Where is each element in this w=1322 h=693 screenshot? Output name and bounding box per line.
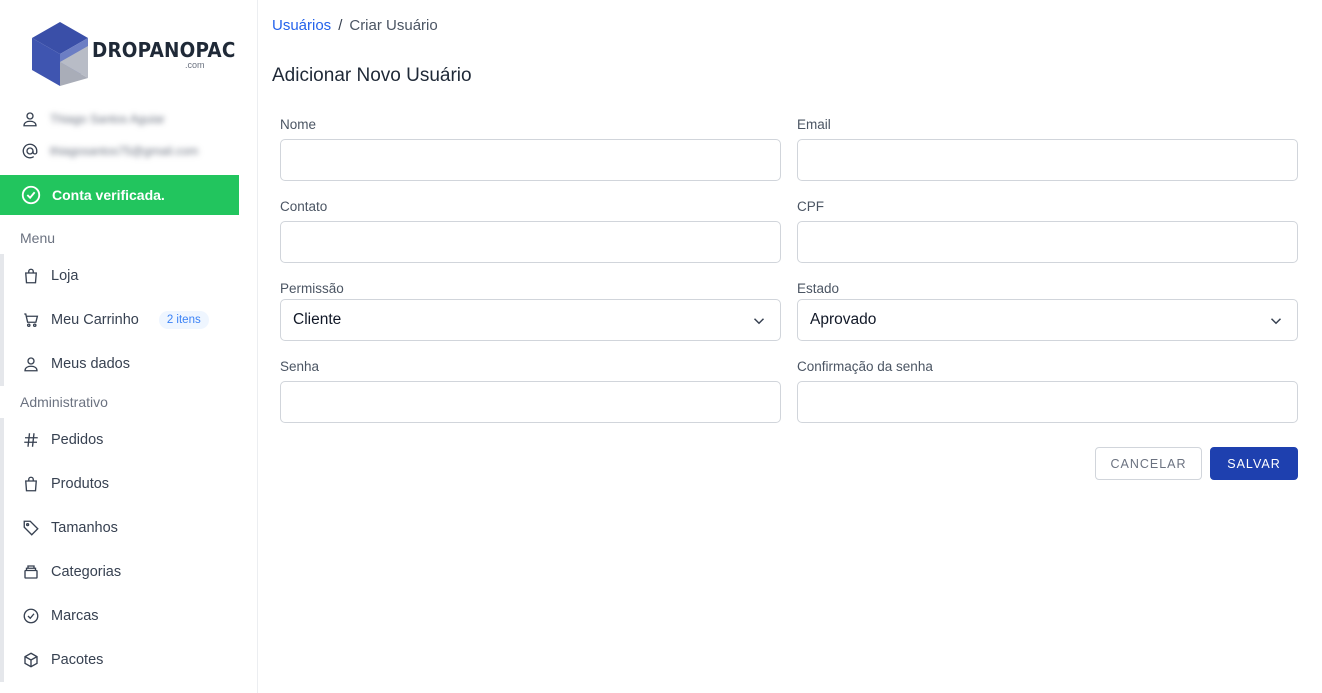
admin-group: Pedidos Produtos Tamanhos Categorias Mar… (0, 418, 239, 682)
user-email: thiagosantos75@gmail.com (50, 144, 199, 158)
sidebar-item-label: Pacotes (51, 652, 104, 668)
brand-suffix: .com (185, 60, 205, 70)
verified-label: Conta verificada. (52, 187, 165, 203)
sidebar-item-loja[interactable]: Loja (4, 254, 239, 298)
verified-banner: Conta verificada. (0, 175, 239, 215)
nome-label: Nome (280, 117, 317, 132)
nome-field[interactable] (280, 139, 781, 181)
sidebar-item-marcas[interactable]: Marcas (4, 594, 239, 638)
bag-icon (21, 474, 41, 494)
cart-icon (21, 310, 41, 330)
email-field[interactable] (797, 139, 1298, 181)
sidebar-item-label: Tamanhos (51, 520, 118, 536)
box-icon (21, 650, 41, 670)
check-circle-icon (21, 185, 41, 205)
sidebar-item-pedidos[interactable]: Pedidos (4, 418, 239, 462)
breadcrumb: Usuários / Criar Usuário (272, 17, 438, 34)
sidebar: DROPANOPAC .com Thiago Santos Aguiar thi… (0, 0, 258, 693)
sidebar-item-produtos[interactable]: Produtos (4, 462, 239, 506)
estado-label: Estado (797, 281, 840, 296)
sidebar-item-categorias[interactable]: Categorias (4, 550, 239, 594)
page-title: Adicionar Novo Usuário (272, 65, 472, 86)
admin-section-title: Administrativo (20, 394, 108, 410)
sidebar-item-meus-dados[interactable]: Meus dados (4, 342, 239, 386)
hash-icon (21, 430, 41, 450)
cpf-field[interactable] (797, 221, 1298, 263)
check-circle-icon (21, 606, 41, 626)
menu-group: Loja Meu Carrinho 2 itens Meus dados (0, 254, 239, 386)
brand-name: DROPANOPAC (92, 38, 236, 62)
cpf-label: CPF (797, 199, 824, 214)
user-name-row: Thiago Santos Aguiar (20, 108, 165, 130)
sidebar-item-pacotes[interactable]: Pacotes (4, 638, 239, 682)
user-icon (20, 109, 40, 129)
archive-icon (21, 562, 41, 582)
user-icon (21, 354, 41, 374)
at-sign-icon (20, 141, 40, 161)
chevron-down-icon (1270, 318, 1282, 325)
confirmacao-senha-field[interactable] (797, 381, 1298, 423)
sidebar-item-label: Pedidos (51, 432, 104, 448)
breadcrumb-current: Criar Usuário (349, 17, 438, 34)
user-name: Thiago Santos Aguiar (50, 112, 165, 126)
sidebar-item-label: Categorias (51, 564, 122, 580)
sidebar-item-label: Produtos (51, 476, 110, 492)
user-email-row: thiagosantos75@gmail.com (20, 140, 198, 162)
menu-section-title: Menu (20, 230, 56, 246)
bag-icon (21, 266, 41, 286)
breadcrumb-separator: / (338, 17, 343, 34)
chevron-down-icon (753, 318, 765, 325)
sidebar-item-label: Meus dados (51, 356, 130, 372)
logo-cube-icon (32, 22, 88, 86)
cancel-button[interactable]: CANCELAR (1095, 447, 1202, 480)
brand-logo[interactable]: DROPANOPAC .com (30, 20, 235, 90)
confirmacao-label: Confirmação da senha (797, 359, 933, 374)
save-button[interactable]: SALVAR (1210, 447, 1298, 480)
email-label: Email (797, 117, 831, 132)
sidebar-item-label: Meu Carrinho (51, 312, 139, 328)
estado-selected-value: Aprovado (810, 311, 877, 328)
permissao-label: Permissão (280, 281, 344, 296)
breadcrumb-link-usuarios[interactable]: Usuários (272, 17, 331, 34)
sidebar-item-label: Loja (51, 268, 79, 284)
cart-count-badge: 2 itens (158, 311, 209, 329)
permissao-select[interactable]: Cliente (280, 299, 781, 341)
contato-label: Contato (280, 199, 328, 214)
senha-field[interactable] (280, 381, 781, 423)
sidebar-item-tamanhos[interactable]: Tamanhos (4, 506, 239, 550)
permissao-selected-value: Cliente (293, 311, 342, 328)
estado-select[interactable]: Aprovado (797, 299, 1298, 341)
senha-label: Senha (280, 359, 320, 374)
sidebar-item-meu-carrinho[interactable]: Meu Carrinho 2 itens (4, 298, 239, 342)
tag-icon (21, 518, 41, 538)
contato-field[interactable] (280, 221, 781, 263)
sidebar-item-label: Marcas (51, 608, 99, 624)
